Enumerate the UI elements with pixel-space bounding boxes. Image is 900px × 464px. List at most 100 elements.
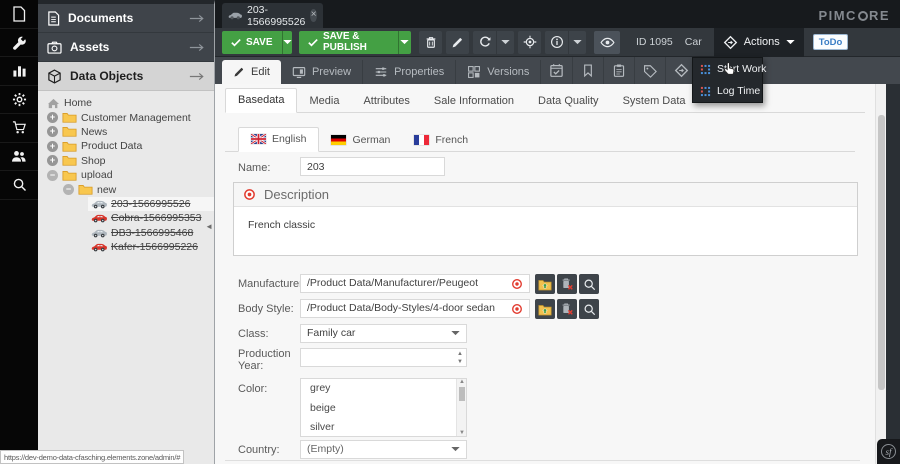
manufacturer-open-folder-button[interactable] <box>535 274 555 294</box>
accordion-assets[interactable]: Assets <box>38 33 214 62</box>
rail-tools-button[interactable] <box>0 29 38 58</box>
production-year-spinner[interactable]: ▲▼ <box>300 348 467 367</box>
name-input[interactable] <box>300 157 445 176</box>
manufacturer-field[interactable]: /Product Data/Manufacturer/Peugeot <box>300 274 530 293</box>
tree-item-home[interactable]: Home <box>38 96 214 110</box>
tab-sale-information[interactable]: Sale Information <box>422 90 526 113</box>
rail-search-button[interactable] <box>0 171 38 200</box>
country-select[interactable]: (Empty) <box>300 440 467 459</box>
tab-properties[interactable]: Properties <box>363 60 456 84</box>
tab-preview[interactable]: Preview <box>281 60 363 84</box>
color-scrollbar[interactable]: ▲ ▼ <box>456 379 466 436</box>
scroll-down-icon[interactable]: ▼ <box>457 430 467 436</box>
save-publish-button[interactable]: SAVE & PUBLISH <box>299 31 411 54</box>
tab-versions[interactable]: Versions <box>456 60 541 84</box>
symfony-profiler-badge[interactable]: sf <box>877 439 900 464</box>
reload-button[interactable] <box>473 31 496 54</box>
rename-button[interactable] <box>446 31 469 54</box>
save-dropdown-caret[interactable] <box>282 31 293 54</box>
rail-documents-button[interactable] <box>0 0 38 29</box>
tab-lang-english[interactable]: English <box>238 127 319 152</box>
expand-plus-icon[interactable]: + <box>47 112 58 123</box>
accordion-documents[interactable]: Documents <box>38 4 214 33</box>
tab-schedule[interactable] <box>541 57 573 84</box>
bookmark-icon <box>581 63 595 78</box>
scrollbar-thumb[interactable] <box>459 387 465 401</box>
tree-item-folder[interactable]: + Customer Management <box>38 110 214 124</box>
expand-plus-icon[interactable]: + <box>47 126 58 137</box>
sliders-icon <box>374 65 388 79</box>
open-object-tab[interactable]: 203-1566995526 × <box>222 3 323 28</box>
body-style-remove-button[interactable] <box>557 299 577 319</box>
rail-ecommerce-button[interactable] <box>0 114 38 143</box>
tab-system-data[interactable]: System Data <box>611 90 698 113</box>
tab-bookmark[interactable] <box>573 57 604 84</box>
manufacturer-search-button[interactable] <box>579 274 599 294</box>
workflow-actions-button[interactable]: Actions <box>714 28 804 57</box>
expand-plus-icon[interactable]: + <box>47 141 58 152</box>
car-red-icon <box>91 213 107 223</box>
info-button[interactable] <box>545 31 568 54</box>
reload-dropdown-caret[interactable] <box>496 31 514 54</box>
panel-collapse-arrow[interactable]: ◄ <box>205 222 213 231</box>
menu-item-log-time[interactable]: Log Time <box>693 80 762 102</box>
tab-attributes[interactable]: Attributes <box>351 90 421 113</box>
locate-in-tree-button[interactable] <box>518 31 541 54</box>
tree-item-car[interactable]: DB3-1566995468 <box>38 226 214 240</box>
body-style-field[interactable]: /Product Data/Body-Styles/4-door sedan <box>300 299 530 318</box>
tab-lang-german[interactable]: German <box>319 129 402 152</box>
rail-settings-button[interactable] <box>0 86 38 115</box>
pimcore-admin-screen: 3 Documents Assets Data Objects Home <box>0 0 900 464</box>
tree-item-folder[interactable]: + Product Data <box>38 139 214 153</box>
folder-icon <box>62 170 77 181</box>
people-icon <box>11 149 27 163</box>
tab-media[interactable]: Media <box>297 90 351 113</box>
tree-item-car-selected[interactable]: 203-1566995526 <box>38 197 214 211</box>
color-option[interactable]: grey <box>301 379 466 399</box>
color-option[interactable]: silver <box>301 418 466 437</box>
folder-icon <box>62 141 77 152</box>
content-scrollbar[interactable] <box>875 84 886 464</box>
tab-edit[interactable]: Edit <box>222 60 281 84</box>
collapse-minus-icon[interactable]: − <box>63 184 74 195</box>
car-red-icon <box>91 242 107 252</box>
tab-notes[interactable] <box>604 57 635 84</box>
tab-tags[interactable] <box>635 57 666 84</box>
color-option[interactable]: beige <box>301 399 466 419</box>
tree-item-car[interactable]: Kafer-1566995226 <box>38 240 214 254</box>
tab-lang-french[interactable]: French <box>402 129 480 152</box>
rail-reports-button[interactable] <box>0 57 38 86</box>
tab-title: 203-1566995526 <box>247 4 305 28</box>
tree-item-car[interactable]: Cobra-1566995353 <box>38 211 214 225</box>
save-publish-dropdown-caret[interactable] <box>398 31 411 54</box>
trash-icon <box>424 35 438 49</box>
body-style-search-button[interactable] <box>579 299 599 319</box>
expand-plus-icon[interactable]: + <box>47 155 58 166</box>
spinner-arrows-icon[interactable]: ▲▼ <box>457 350 463 366</box>
open-preview-button[interactable] <box>594 31 620 54</box>
color-multiselect[interactable]: grey beige silver ▲ ▼ <box>300 378 467 437</box>
tree-item-folder[interactable]: + News <box>38 125 214 139</box>
scroll-up-icon[interactable]: ▲ <box>457 379 467 385</box>
object-toolbar: SAVE SAVE & PUBLISH ID 1095 Car Actions … <box>215 28 900 57</box>
mouse-cursor <box>722 60 739 78</box>
pencil-icon <box>451 36 464 49</box>
delete-button[interactable] <box>419 31 442 54</box>
manufacturer-remove-button[interactable] <box>557 274 577 294</box>
tab-basedata[interactable]: Basedata <box>225 88 297 113</box>
tree-item-folder[interactable]: − upload <box>38 168 214 182</box>
collapse-minus-icon[interactable]: − <box>47 170 58 181</box>
bullseye-icon <box>511 303 523 315</box>
tab-data-quality[interactable]: Data Quality <box>526 90 611 113</box>
accordion-data-objects[interactable]: Data Objects <box>38 62 214 91</box>
close-icon[interactable]: × <box>310 9 317 22</box>
rail-users-button[interactable] <box>0 143 38 172</box>
save-button[interactable]: SAVE <box>222 31 292 54</box>
scrollbar-thumb[interactable] <box>878 115 885 390</box>
info-dropdown-caret[interactable] <box>568 31 586 54</box>
tree-item-folder[interactable]: + Shop <box>38 154 214 168</box>
class-select[interactable]: Family car <box>300 324 467 343</box>
body-style-open-folder-button[interactable] <box>535 299 555 319</box>
tree-item-folder[interactable]: − new <box>38 182 214 196</box>
description-value[interactable]: French classic <box>234 207 857 243</box>
